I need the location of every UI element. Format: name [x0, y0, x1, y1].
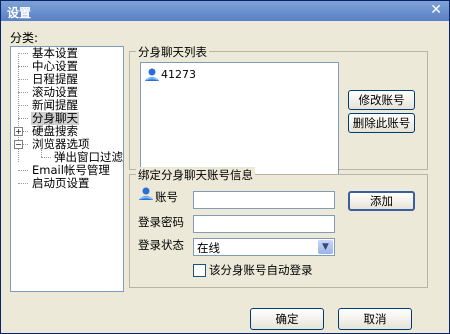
status-label: 登录状态 — [138, 238, 184, 252]
user-icon — [139, 187, 153, 200]
account-label: 账号 — [155, 190, 178, 204]
password-input[interactable] — [193, 215, 335, 233]
close-icon[interactable]: ✕ — [430, 2, 442, 18]
auto-login-label: 该分身账号自动登录 — [209, 263, 313, 277]
bind-info-title: 绑定分身聊天账号信息 — [136, 167, 255, 183]
modify-account-button[interactable]: 修改账号 — [348, 90, 415, 110]
account-name: 41273 — [161, 68, 196, 81]
expand-icon[interactable]: + — [14, 127, 23, 136]
tree-item-startup-page[interactable]: 启动页设置 — [32, 177, 90, 190]
status-value: 在线 — [197, 241, 220, 255]
user-icon — [145, 68, 159, 81]
category-label: 分类: — [10, 31, 39, 45]
ok-button[interactable]: 确定 — [250, 308, 324, 330]
delete-account-button[interactable]: 删除此账号 — [348, 113, 415, 133]
collapse-icon[interactable]: − — [14, 140, 23, 149]
account-list-title: 分身聊天列表 — [136, 44, 209, 60]
password-label: 登录密码 — [138, 215, 184, 229]
add-button[interactable]: 添加 — [348, 191, 415, 211]
settings-dialog: 设置 ✕ 分类: 基本设置 中心设置 日程提醒 滚动设置 新闻提醒 分身聊天 +… — [0, 0, 450, 334]
window-title: 设置 — [7, 6, 32, 20]
title-bar: 设置 ✕ — [1, 1, 449, 21]
account-list[interactable]: 41273 — [140, 62, 339, 175]
category-tree: 基本设置 中心设置 日程提醒 滚动设置 新闻提醒 分身聊天 + 硬盘搜索 − 浏… — [10, 46, 124, 292]
account-input[interactable] — [193, 191, 335, 209]
cancel-button[interactable]: 取消 — [338, 308, 412, 330]
auto-login-checkbox[interactable] — [193, 264, 206, 277]
chevron-down-icon[interactable]: ▼ — [318, 240, 333, 254]
status-select[interactable]: 在线 ▼ — [193, 238, 335, 256]
